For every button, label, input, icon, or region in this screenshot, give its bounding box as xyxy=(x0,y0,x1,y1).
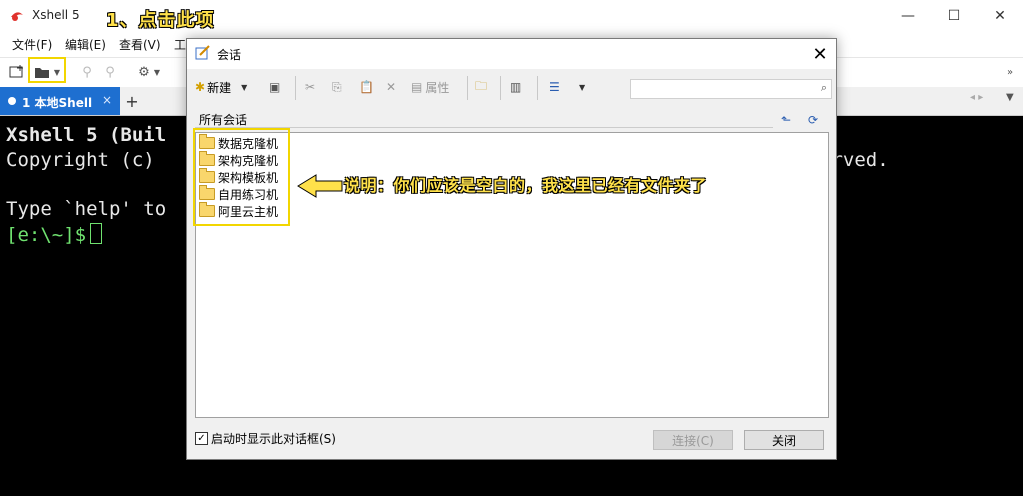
toolbar-separator xyxy=(537,76,538,100)
session-tree[interactable]: 数据克隆机 架构克隆机 架构模板机 自用练习机 阿里云主机 说明：你们应该是空白… xyxy=(193,128,829,418)
toolbar-separator xyxy=(295,76,296,100)
properties-icon: ▤ xyxy=(411,80,423,94)
copy-icon: ⎘ xyxy=(332,79,342,94)
new-dropdown-icon[interactable]: ▼ xyxy=(241,83,247,92)
annotation-arrow-icon xyxy=(297,174,343,198)
session-dialog: 会话 ✕ ✱ 新建 ▼ ▣ ✂ ⎘ 📋 ✕ ▤ 属性 🗀 ▥ ☰ ▼ ⌕ 所有会… xyxy=(186,38,837,460)
paste-icon: 📋 xyxy=(359,80,374,94)
tab-close-icon[interactable]: × xyxy=(102,93,112,107)
close-button[interactable]: 关闭 xyxy=(744,430,824,450)
tab-scroll-icon[interactable]: ◂ ▸ xyxy=(970,92,983,103)
new-star-icon: ✱ xyxy=(195,80,206,94)
properties-label: 属性 xyxy=(425,80,450,95)
menu-view[interactable]: 查看(V) xyxy=(119,36,161,53)
disconnect-icon: ⚲ xyxy=(105,64,115,80)
new-session-label: 新建 xyxy=(207,80,232,95)
dialog-titlebar: 会话 ✕ xyxy=(187,39,836,69)
new-session-icon[interactable] xyxy=(7,63,27,81)
startup-checkbox[interactable]: ✓ 启动时显示此对话框(S) xyxy=(195,430,336,447)
session-search-input[interactable]: ⌕ xyxy=(630,79,832,99)
tab-status-dot xyxy=(8,97,16,105)
tab-menu-icon[interactable]: ▼ xyxy=(1006,92,1014,103)
window-close-button[interactable]: ✕ xyxy=(977,0,1023,32)
path-label: 所有会话 xyxy=(199,113,248,127)
session-dialog-icon xyxy=(195,45,210,60)
properties-button: ▤ 属性 xyxy=(411,78,449,96)
cut-icon: ✂ xyxy=(305,80,316,94)
toolbar-separator xyxy=(500,76,501,100)
search-icon[interactable]: ⌕ xyxy=(821,81,827,95)
properties-dropdown-icon[interactable]: ▼ xyxy=(152,63,162,81)
menu-edit[interactable]: 编辑(E) xyxy=(65,36,106,53)
terminal-prompt: [e:\~]$ xyxy=(6,224,87,246)
terminal-line-1: Xshell 5 (Buil xyxy=(6,124,167,146)
new-folder-icon[interactable]: 🗀 xyxy=(475,78,487,96)
view-icon[interactable]: ☰ xyxy=(549,78,560,96)
connect-button[interactable]: 连接(C) xyxy=(653,430,733,450)
session-path-bar: 所有会话 xyxy=(195,109,773,128)
toolbar-expand-icon[interactable]: » xyxy=(1000,63,1020,81)
checkbox-check-icon[interactable]: ✓ xyxy=(195,432,208,445)
parent-folder-icon[interactable]: ⬑ xyxy=(777,111,795,129)
dialog-toolbar: ✱ 新建 ▼ ▣ ✂ ⎘ 📋 ✕ ▤ 属性 🗀 ▥ ☰ ▼ ⌕ xyxy=(187,70,836,104)
app-title: Xshell 5 xyxy=(32,8,80,22)
properties-icon[interactable]: ⚙ xyxy=(134,63,154,81)
terminal-prompt-line: [e:\~]$ xyxy=(6,223,103,246)
annotation-step1: 1、点击此项 xyxy=(106,10,215,31)
minimize-button[interactable]: — xyxy=(885,0,931,32)
refresh-icon[interactable]: ⟳ xyxy=(804,111,822,129)
save-icon[interactable]: ▣ xyxy=(269,78,280,96)
tab-label: 1 本地Shell xyxy=(22,96,93,110)
delete-icon: ✕ xyxy=(386,80,397,94)
highlight-folders-box xyxy=(193,128,290,226)
tab-local-shell[interactable]: 1 本地Shell × xyxy=(0,87,120,115)
new-session-button[interactable]: ✱ 新建 ▼ xyxy=(195,78,247,96)
terminal-line-3: Type `help' to xyxy=(6,198,167,220)
view-dropdown-icon[interactable]: ▼ xyxy=(579,78,585,96)
shortcut-icon[interactable]: ▥ xyxy=(510,78,521,96)
connect-icon: ⚲ xyxy=(82,64,92,80)
dialog-title: 会话 xyxy=(217,48,242,62)
menu-file[interactable]: 文件(F) xyxy=(12,36,52,53)
add-tab-button[interactable]: + xyxy=(121,88,143,114)
highlight-open-button xyxy=(28,57,66,83)
terminal-cursor xyxy=(90,223,103,244)
dialog-close-button[interactable]: ✕ xyxy=(807,41,833,67)
startup-checkbox-label: 启动时显示此对话框(S) xyxy=(211,432,336,446)
app-titlebar: Xshell 5 1、点击此项 — ☐ ✕ xyxy=(0,0,1023,32)
toolbar-separator xyxy=(467,76,468,100)
annotation-note: 说明：你们应该是空白的，我这里已经有文件夹了 xyxy=(344,176,708,195)
terminal-line-2: Copyright (c) xyxy=(6,149,155,171)
xshell-logo-icon xyxy=(11,12,23,21)
maximize-button[interactable]: ☐ xyxy=(931,0,977,32)
menu-tools[interactable]: 工 xyxy=(174,36,186,53)
